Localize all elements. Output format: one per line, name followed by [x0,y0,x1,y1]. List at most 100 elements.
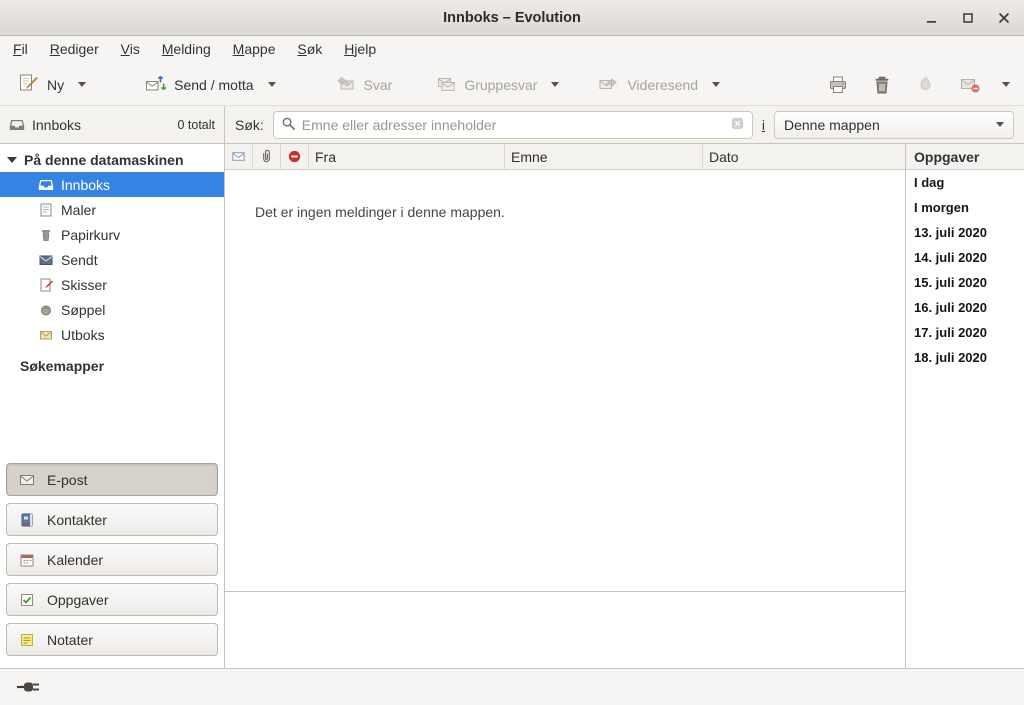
group-reply-button[interactable]: Gruppesvar [427,67,544,102]
sidebar-folder-soppel[interactable]: Søppel [0,297,224,322]
junk-button[interactable] [912,70,940,100]
forward-icon [597,72,619,97]
task-item[interactable]: 18. juli 2020 [906,345,1024,370]
maximize-button[interactable] [956,6,980,30]
tasks-icon [19,592,35,608]
sent-icon [38,252,54,268]
menu-vis[interactable]: Vis [112,36,149,62]
send-receive-icon [144,72,166,97]
current-folder-label: Innboks [32,117,81,133]
menu-mappe[interactable]: Mappe [224,36,285,62]
column-status[interactable] [225,144,253,169]
new-dropdown-arrow[interactable] [71,74,93,95]
chevron-down-icon [551,82,559,87]
print-button[interactable] [824,70,852,100]
forward-button[interactable]: Videresend [590,67,705,102]
send-receive-dropdown-arrow[interactable] [261,74,283,95]
not-junk-icon [959,74,981,96]
sidebar-folder-innboks[interactable]: Innboks [0,172,224,197]
delete-button[interactable] [868,70,896,100]
reply-button[interactable]: Svar [327,67,400,102]
menu-sok[interactable]: Søk [288,36,331,62]
empty-folder-text: Det er ingen meldinger i denne mappen. [255,204,505,220]
group-reply-group: Gruppesvar [427,67,566,102]
junk-folder-icon [38,302,54,318]
chevron-down-icon [996,122,1004,127]
task-item[interactable]: 15. juli 2020 [906,270,1024,295]
online-status-button[interactable] [12,677,48,697]
send-receive-button[interactable]: Send / motta [137,67,260,102]
search-input[interactable] [302,117,724,133]
titlebar: Innboks – Evolution [0,0,1024,36]
search-icon [281,116,296,134]
switcher-calendar-button[interactable]: Kalender [6,543,218,576]
minimize-button[interactable] [920,6,944,30]
mail-icon [19,472,35,488]
menu-melding[interactable]: Melding [153,36,220,62]
junk-icon [915,74,937,96]
sidebar-folder-utboks[interactable]: Utboks [0,322,224,347]
evolution-window: Innboks – Evolution Fil Rediger Vis Meld… [0,0,1024,705]
forward-dropdown-arrow[interactable] [705,74,727,95]
column-from[interactable]: Fra [309,144,505,169]
new-button[interactable]: Ny [10,67,71,102]
chevron-down-icon [712,82,720,87]
clear-search-icon[interactable] [730,116,745,134]
switcher-tasks-button[interactable]: Oppgaver [6,583,218,616]
search-scope-dropdown[interactable]: Denne mappen [774,111,1014,139]
toolbar: Ny Send / motta Svar [0,64,1024,106]
folder-count: 0 totalt [177,118,215,132]
sidebar-folder-maler[interactable]: Maler [0,197,224,222]
contacts-icon [19,512,35,528]
switcher-contacts-button[interactable]: Kontakter [6,503,218,536]
close-button[interactable] [992,6,1016,30]
statusbar [0,668,1024,705]
sidebar-folder-papirkurv[interactable]: Papirkurv [0,222,224,247]
toolbar-overflow-button[interactable] [996,74,1016,95]
switcher-mail-button[interactable]: E-post [6,463,218,496]
column-attachment[interactable] [253,144,281,169]
column-date[interactable]: Dato [703,144,905,169]
task-item-today[interactable]: I dag [906,170,1024,195]
search-folders-label: Søkemapper [20,358,104,374]
reply-group: Svar [327,67,400,102]
search-scope-value: Denne mappen [784,117,880,133]
new-button-group: Ny [10,67,93,102]
task-item[interactable]: 16. juli 2020 [906,295,1024,320]
chevron-down-icon [78,82,86,87]
switcher-notes-button[interactable]: Notater [6,623,218,656]
search-entry[interactable] [273,111,753,139]
search-label: Søk: [235,117,264,133]
column-important[interactable] [281,144,309,169]
task-item-tomorrow[interactable]: I morgen [906,195,1024,220]
folder-label: Utboks [61,327,105,343]
menu-hjelp[interactable]: Hjelp [335,36,385,62]
task-item[interactable]: 13. juli 2020 [906,220,1024,245]
menu-fil[interactable]: Fil [4,36,37,62]
message-list-area: Fra Emne Dato Det er ingen meldinger i d… [225,144,905,668]
task-item[interactable]: 17. juli 2020 [906,320,1024,345]
menubar: Fil Rediger Vis Melding Mappe Søk Hjelp [0,36,1024,64]
sidebar-folder-skisser[interactable]: Skisser [0,272,224,297]
view-switcher: E-post Kontakter Kalender [0,457,224,668]
menu-rediger[interactable]: Rediger [41,36,108,62]
inbox-icon [38,177,54,193]
delete-icon [871,74,893,96]
search-in-label: i [762,117,765,133]
chevron-down-icon [1002,82,1010,87]
main-area: På denne datamaskinen Innboks Maler [0,144,1024,668]
task-item[interactable]: 14. juli 2020 [906,245,1024,270]
message-list-body: Det er ingen meldinger i denne mappen. [225,170,905,591]
folder-label: Maler [61,202,96,218]
search-area: Søk: i Denne mappen [225,106,1024,143]
folder-info: Innboks 0 totalt [0,106,225,143]
sidebar-folder-sendt[interactable]: Sendt [0,247,224,272]
sidebar-search-folders[interactable]: Søkemapper [0,353,224,378]
search-bar: Innboks 0 totalt Søk: i Denne mappen [0,106,1024,144]
folder-label: Søppel [61,302,105,318]
column-subject[interactable]: Emne [505,144,703,169]
account-row[interactable]: På denne datamaskinen [0,147,224,172]
expander-icon[interactable] [7,157,17,163]
group-reply-dropdown-arrow[interactable] [544,74,566,95]
not-junk-button[interactable] [956,70,984,100]
